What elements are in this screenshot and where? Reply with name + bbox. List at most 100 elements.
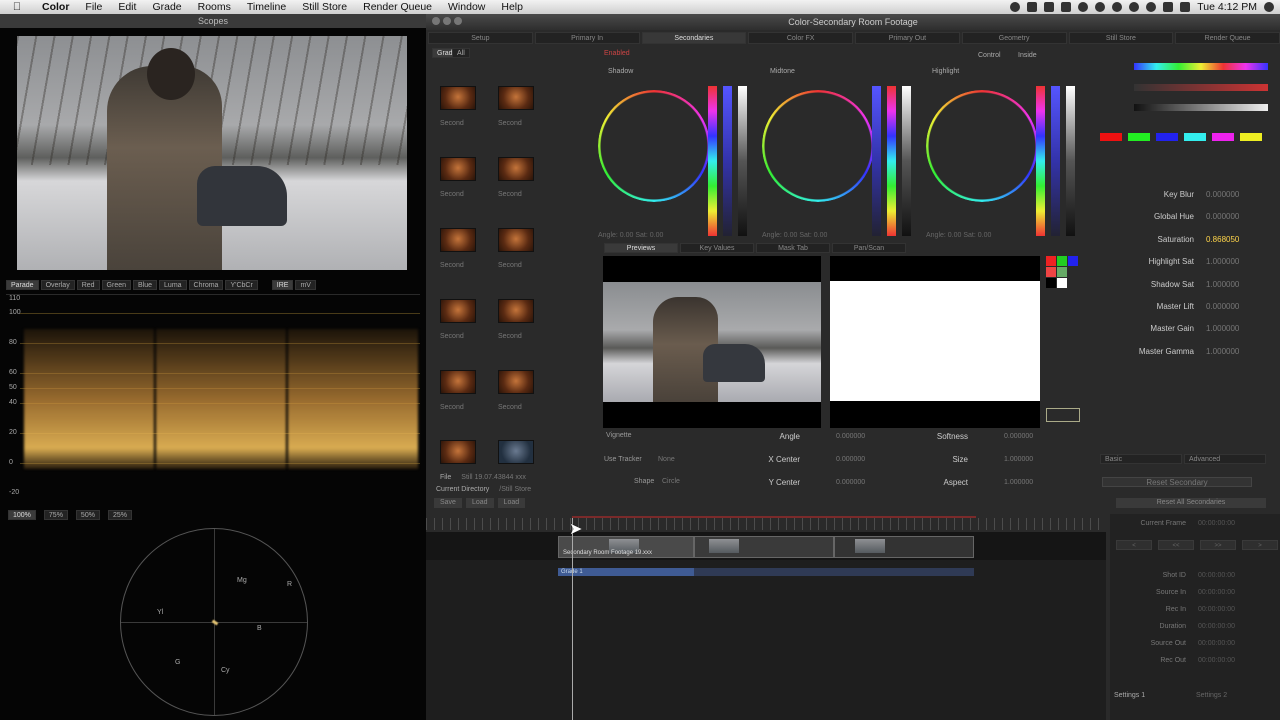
preset-cyan[interactable] [1184,133,1206,141]
tab-ycbcr[interactable]: Y'CbCr [225,280,258,290]
tab-luma[interactable]: Luma [159,280,187,290]
menu-timeline[interactable]: Timeline [239,1,294,13]
zoom-100[interactable]: 100% [8,510,36,520]
angle-value[interactable]: 0.000000 [836,433,865,440]
tab-setup[interactable]: Setup [428,32,533,44]
tab-parade[interactable]: Parade [6,280,39,290]
size-value[interactable]: 1.000000 [1004,456,1033,463]
still-thumbnail[interactable] [440,370,476,394]
reset-all-secondaries-button[interactable]: Reset All Secondaries [1116,498,1266,508]
load-button-2[interactable]: Load [497,498,526,508]
tab-red[interactable]: Red [76,280,100,290]
menu-still-store[interactable]: Still Store [294,1,355,13]
battery-icon[interactable] [1180,2,1191,12]
status-icon[interactable] [1010,2,1021,12]
tab-basic[interactable]: Basic [1100,454,1182,464]
still-thumbnail[interactable] [498,86,534,110]
shadow-color-wheel[interactable] [598,90,710,202]
save-button[interactable]: Save [434,498,462,508]
grade-track[interactable]: Grade 1 [558,568,974,576]
tools-icon[interactable] [1095,2,1106,12]
menu-render-queue[interactable]: Render Queue [355,1,440,13]
tab-ire[interactable]: IRE [271,280,294,290]
tab-color-fx[interactable]: Color FX [748,32,853,44]
swatch-key[interactable] [1046,267,1056,277]
still-thumbnail[interactable] [498,299,534,323]
swatch-black[interactable] [1046,278,1056,288]
prev-clip-button[interactable]: << [1158,540,1194,550]
aspect-value[interactable]: 1.000000 [1004,479,1033,486]
tab-green[interactable]: Green [101,280,132,290]
luma-range-bar[interactable] [1134,104,1268,111]
midtone-sat-slider[interactable] [887,86,896,236]
tab-still-store[interactable]: Still Store [1068,32,1174,44]
param-value[interactable]: 0.000000 [1206,302,1239,311]
swatch-gray[interactable] [1057,267,1067,277]
x-center-value[interactable]: 0.000000 [836,456,865,463]
still-thumbnail[interactable] [498,157,534,181]
tab-advanced[interactable]: Advanced [1184,454,1266,464]
param-value[interactable]: 0.000000 [1206,212,1239,221]
still-thumbnail[interactable] [440,440,476,464]
tab-mv[interactable]: mV [295,280,316,290]
enabled-checkbox[interactable]: Enabled [604,50,630,57]
vignette-checkbox[interactable]: Vignette [606,432,632,439]
preset-green[interactable] [1128,133,1150,141]
time-machine-icon[interactable] [1078,2,1089,12]
directory-value[interactable]: /Still Store [499,486,531,493]
zoom-icon[interactable] [454,17,462,25]
file-value[interactable]: Still 19.07.43844 xxx [461,474,526,481]
inside-label[interactable]: Inside [1018,52,1037,59]
grade-bar[interactable]: Grade 1 [558,568,694,576]
param-value[interactable]: 1.000000 [1206,257,1239,266]
clock[interactable]: Tue 4:12 PM [1197,1,1257,13]
zoom-25[interactable]: 25% [107,510,132,520]
midtone-hue-slider[interactable] [872,86,881,236]
preset-blue[interactable] [1156,133,1178,141]
next-clip-button[interactable]: >> [1200,540,1236,550]
tab-primary-in[interactable]: Primary In [534,32,640,44]
menu-window[interactable]: Window [440,1,493,13]
still-thumbnail[interactable] [440,157,476,181]
still-thumbnail[interactable] [440,228,476,252]
param-value[interactable]: 1.000000 [1206,324,1239,333]
swatch-blue[interactable] [1068,256,1078,266]
reset-secondary-button[interactable]: Reset Secondary [1102,477,1252,487]
tab-all[interactable]: All [452,48,470,58]
still-thumbnail[interactable] [498,370,534,394]
hue-range-bar[interactable] [1134,63,1268,70]
highlight-color-wheel[interactable] [926,90,1038,202]
spotlight-icon[interactable] [1264,2,1274,12]
sync-icon[interactable] [1044,2,1055,12]
softness-value[interactable]: 0.000000 [1004,433,1033,440]
tab-overlay[interactable]: Overlay [40,280,75,290]
display-icon[interactable] [1027,2,1038,12]
midtone-color-wheel[interactable] [762,90,874,202]
still-thumbnail[interactable] [440,299,476,323]
tab-render-queue[interactable]: Render Queue [1175,32,1280,44]
sat-range-bar[interactable] [1134,84,1268,91]
param-value[interactable]: 0.000000 [1206,190,1239,199]
swatch-green[interactable] [1057,256,1067,266]
shape-select[interactable]: Circle [662,478,680,485]
shadow-sat-slider[interactable] [723,86,732,236]
close-icon[interactable] [432,17,440,25]
matte-viewer[interactable] [830,256,1040,428]
current-frame-value[interactable]: 00:00:00:00 [1198,520,1235,527]
tab-mask[interactable]: Mask Tab [756,243,830,253]
wifi-icon[interactable] [1129,2,1140,12]
shadow-hue-slider[interactable] [708,86,717,236]
preset-magenta[interactable] [1212,133,1234,141]
highlight-sat-slider[interactable] [1051,86,1060,236]
still-thumbnail[interactable] [498,440,534,464]
preview-viewer[interactable] [603,256,821,428]
timeline-clip[interactable] [834,536,974,558]
still-thumbnail[interactable] [498,228,534,252]
minimize-icon[interactable] [443,17,451,25]
menu-app[interactable]: Color [34,1,77,13]
timeline-ruler[interactable] [426,518,1106,530]
menu-file[interactable]: File [77,1,110,13]
clipboard-icon[interactable] [1061,2,1072,12]
preset-red[interactable] [1100,133,1122,141]
bluetooth-icon[interactable] [1112,2,1123,12]
